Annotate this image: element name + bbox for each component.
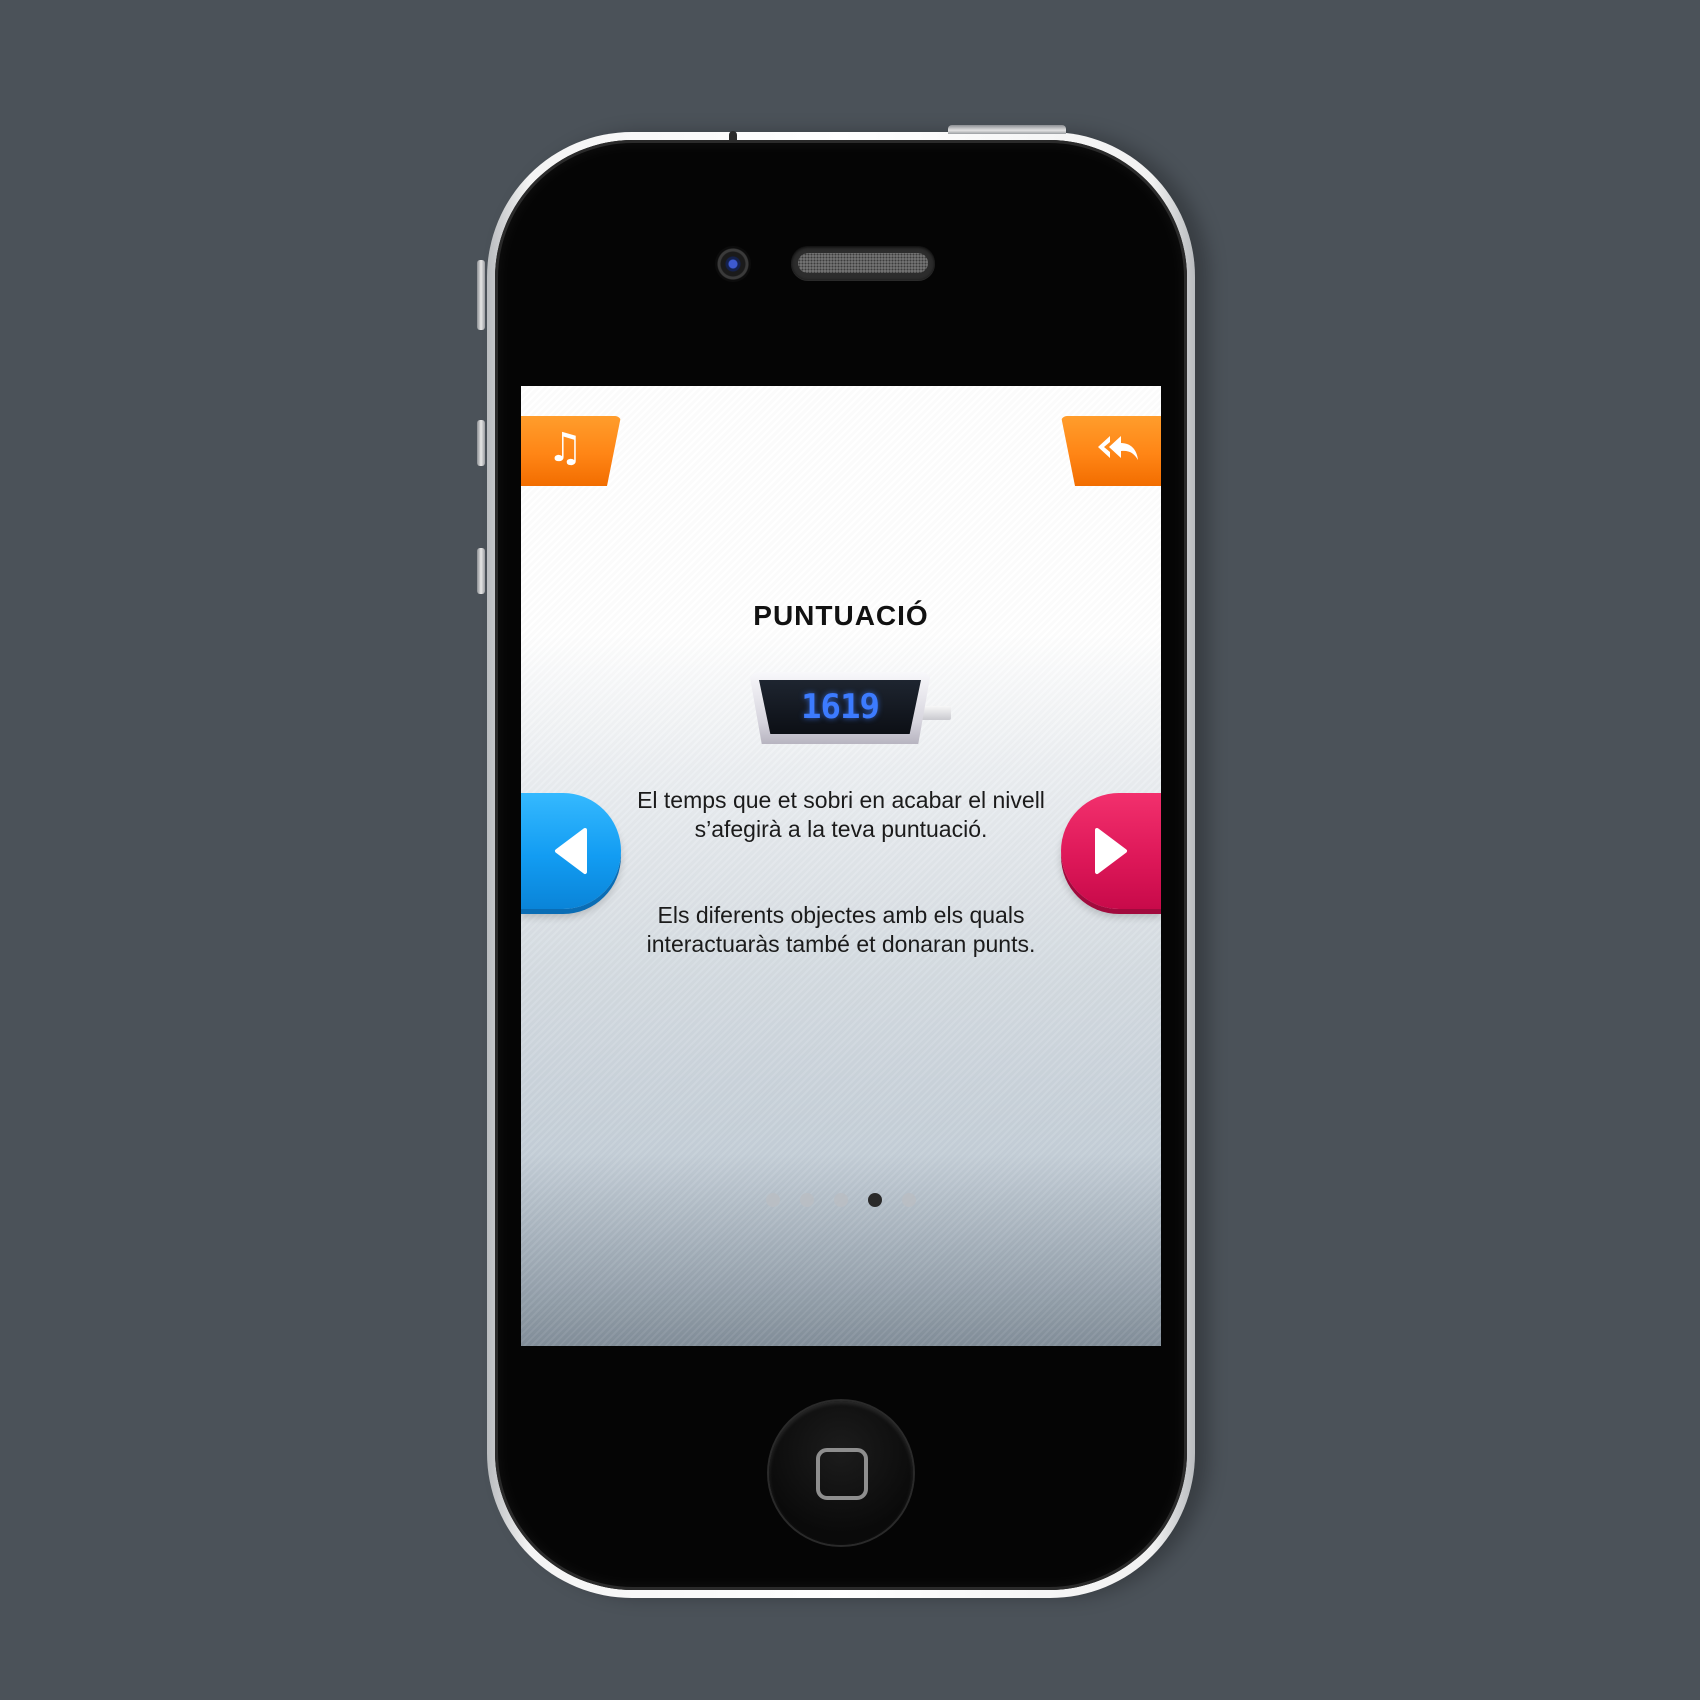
antenna-notch: [729, 131, 737, 141]
description-time-bonus: El temps que et sobri en acabar el nivel…: [637, 787, 1045, 842]
volume-up-button: [477, 420, 485, 466]
rewind-back-icon: [1098, 436, 1138, 460]
pagination-dot[interactable]: [902, 1193, 916, 1207]
pagination-dot[interactable]: [800, 1193, 814, 1207]
score-cable: [921, 706, 951, 720]
pagination-dots: [521, 1193, 1161, 1207]
pagination-dot[interactable]: [766, 1193, 780, 1207]
previous-page-button[interactable]: [521, 793, 621, 909]
score-display: 1619: [749, 672, 951, 750]
pagination-dot[interactable]: [834, 1193, 848, 1207]
score-frame: 1619: [749, 672, 931, 744]
mute-switch: [477, 260, 485, 330]
score-screen: 1619: [759, 680, 921, 734]
volume-down-button: [477, 548, 485, 594]
back-button[interactable]: [1061, 416, 1161, 486]
page-title: PUNTUACIÓ: [753, 600, 929, 631]
music-icon: ♫: [547, 425, 583, 471]
front-camera: [715, 246, 751, 282]
pagination-dot-active[interactable]: [868, 1193, 882, 1207]
description-object-points: Els diferents objectes amb els quals int…: [646, 902, 1036, 957]
triangle-left-icon: [555, 828, 587, 874]
music-button[interactable]: ♫: [521, 416, 621, 486]
earpiece-speaker: [791, 246, 935, 280]
triangle-right-icon: [1095, 828, 1127, 874]
power-button: [948, 125, 1066, 134]
next-page-button[interactable]: [1061, 793, 1161, 909]
app-screen: ♫ PUNTUACIÓ 1619 El temps que et sobri e…: [521, 386, 1161, 1346]
score-value: 1619: [801, 687, 880, 727]
home-button[interactable]: [769, 1401, 913, 1545]
home-square-icon: [816, 1448, 868, 1500]
